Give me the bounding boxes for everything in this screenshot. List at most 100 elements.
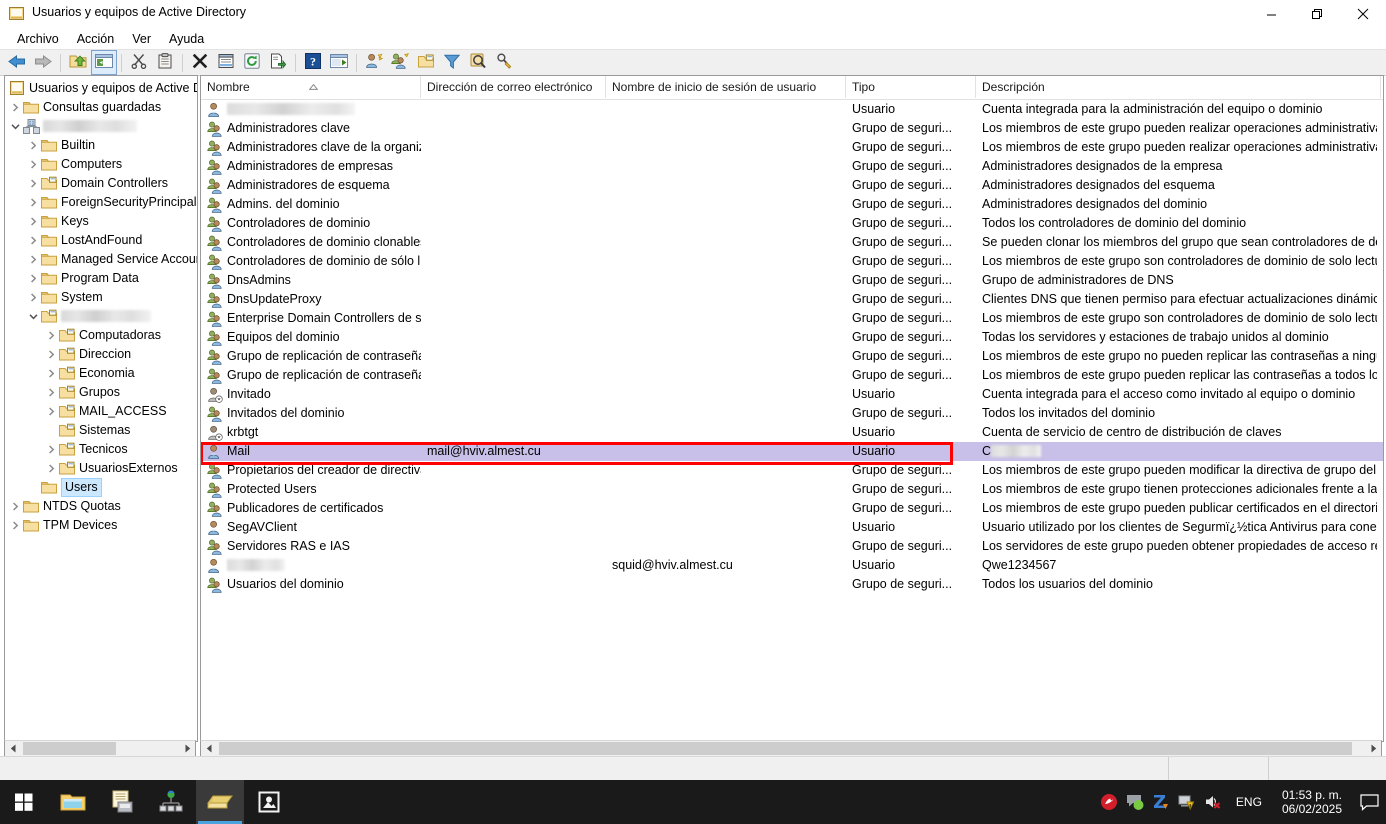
table-row[interactable]: Mail mail@hviv.almest.cu Usuario C: [201, 442, 1383, 461]
menu-ayuda[interactable]: Ayuda: [160, 30, 213, 48]
tray-zabbix[interactable]: [1148, 780, 1174, 824]
table-row[interactable]: Usuarios del dominio Grupo de seguri... To…: [201, 575, 1383, 594]
tree-item-foreignsecurityprincipals[interactable]: ForeignSecurityPrincipals: [5, 193, 197, 212]
toolbar-show-hide-tree[interactable]: [91, 50, 117, 75]
column-header-nombre[interactable]: Nombre: [201, 76, 421, 98]
table-row[interactable]: Protected Users Grupo de seguri... Los mie…: [201, 480, 1383, 499]
chevron-right-icon[interactable]: [27, 174, 40, 193]
tray-volume-muted[interactable]: [1200, 780, 1226, 824]
table-row[interactable]: Enterprise Domain Controllers de só... Gr…: [201, 309, 1383, 328]
tree-horizontal-scrollbar[interactable]: [4, 740, 196, 757]
table-row[interactable]: Administradores de empresas Grupo de segu…: [201, 157, 1383, 176]
tree-item-managed-service-accounts[interactable]: Managed Service Accounts: [5, 250, 197, 269]
taskbar-file-explorer[interactable]: [49, 780, 97, 824]
table-row[interactable]: SegAVClient Usuario Usuario utilizado por …: [201, 518, 1383, 537]
chevron-right-icon[interactable]: [45, 364, 58, 383]
taskbar-server-manager[interactable]: [98, 780, 146, 824]
table-row[interactable]: Controladores de dominio Grupo de seguri.…: [201, 214, 1383, 233]
tree-item-mail-access[interactable]: MAIL_ACCESS: [5, 402, 197, 421]
toolbar-forward[interactable]: [30, 50, 56, 75]
maximize-button[interactable]: [1294, 0, 1340, 28]
table-row[interactable]: Equipos del dominio Grupo de seguri... Tod…: [201, 328, 1383, 347]
table-row[interactable]: Controladores de dominio de sólo l... Gru…: [201, 252, 1383, 271]
tray-language-indicator[interactable]: ENG: [1226, 795, 1272, 809]
minimize-button[interactable]: [1248, 0, 1294, 28]
table-row[interactable]: Propietarios del creador de directiva...…: [201, 461, 1383, 480]
tree-item-tecnicos[interactable]: Tecnicos: [5, 440, 197, 459]
tree-item-tpm-devices[interactable]: TPM Devices: [5, 516, 197, 535]
chevron-right-icon[interactable]: [27, 250, 40, 269]
table-row[interactable]: DnsAdmins Grupo de seguri... Grupo de admi…: [201, 271, 1383, 290]
table-row[interactable]: squid@hviv.almest.cu Usuario Qwe1234567: [201, 556, 1383, 575]
chevron-right-icon[interactable]: [45, 345, 58, 364]
toolbar-new-user[interactable]: [361, 50, 387, 75]
menu-accion[interactable]: Acción: [68, 30, 124, 48]
toolbar-refresh[interactable]: [239, 50, 265, 75]
toolbar-new-ou[interactable]: [413, 50, 439, 75]
tray-antivirus[interactable]: [1096, 780, 1122, 824]
tree-item-program-data[interactable]: Program Data: [5, 269, 197, 288]
chevron-down-icon[interactable]: [27, 307, 40, 326]
chevron-right-icon[interactable]: [27, 269, 40, 288]
tree-item-users[interactable]: Users: [5, 478, 197, 497]
menu-archivo[interactable]: Archivo: [8, 30, 68, 48]
toolbar-help[interactable]: ?: [300, 50, 326, 75]
scroll-thumb[interactable]: [23, 742, 116, 755]
tree-item-economia[interactable]: Economia: [5, 364, 197, 383]
table-row[interactable]: Controladores de dominio clonables Grupo …: [201, 233, 1383, 252]
table-row[interactable]: Admins. del dominio Grupo de seguri... Adm…: [201, 195, 1383, 214]
menu-ver[interactable]: Ver: [123, 30, 160, 48]
tree-item-direccion[interactable]: Direccion: [5, 345, 197, 364]
tree-item-lostandfound[interactable]: LostAndFound: [5, 231, 197, 250]
toolbar-run[interactable]: [326, 50, 352, 75]
tray-messenger[interactable]: [1122, 780, 1148, 824]
toolbar-export-list[interactable]: [265, 50, 291, 75]
action-center-button[interactable]: [1352, 780, 1386, 824]
table-row[interactable]: Invitados del dominio Grupo de seguri... T…: [201, 404, 1383, 423]
tree-item-usuariosexternos[interactable]: UsuariosExternos: [5, 459, 197, 478]
scroll-thumb[interactable]: [219, 742, 1352, 755]
chevron-right-icon[interactable]: [45, 326, 58, 345]
tree-item-consultas-guardadas[interactable]: Consultas guardadas: [5, 98, 197, 117]
chevron-down-icon[interactable]: [9, 117, 22, 136]
tree-item-redacted[interactable]: [5, 117, 197, 136]
toolbar-cut[interactable]: [126, 50, 152, 75]
taskbar-network-tool[interactable]: [147, 780, 195, 824]
toolbar-query[interactable]: [491, 50, 517, 75]
table-row[interactable]: Usuario Cuenta integrada para la administ…: [201, 100, 1383, 119]
toolbar-back[interactable]: [4, 50, 30, 75]
taskbar-clock[interactable]: 01:53 p. m. 06/02/2025: [1272, 788, 1352, 816]
toolbar-delete[interactable]: [187, 50, 213, 75]
table-row[interactable]: DnsUpdateProxy Grupo de seguri... Clientes…: [201, 290, 1383, 309]
chevron-right-icon[interactable]: [27, 212, 40, 231]
close-button[interactable]: [1340, 0, 1386, 28]
column-header-tipo[interactable]: Tipo: [846, 76, 976, 98]
table-row[interactable]: Servidores RAS e IAS Grupo de seguri... Lo…: [201, 537, 1383, 556]
scroll-left-arrow[interactable]: [201, 741, 217, 756]
tray-network-warning[interactable]: [1174, 780, 1200, 824]
tree-item-domain-controllers[interactable]: Domain Controllers: [5, 174, 197, 193]
table-row[interactable]: Publicadores de certificados Grupo de seg…: [201, 499, 1383, 518]
chevron-right-icon[interactable]: [27, 136, 40, 155]
table-row[interactable]: Administradores clave de la organiz... Gr…: [201, 138, 1383, 157]
chevron-right-icon[interactable]: [45, 402, 58, 421]
toolbar-paste[interactable]: [152, 50, 178, 75]
chevron-right-icon[interactable]: [45, 459, 58, 478]
taskbar-image-viewer[interactable]: [245, 780, 293, 824]
column-header-descripci-n[interactable]: Descripción: [976, 76, 1381, 98]
tree-item-system[interactable]: System: [5, 288, 197, 307]
toolbar-new-group[interactable]: [387, 50, 413, 75]
table-row[interactable]: Administradores de esquema Grupo de segur…: [201, 176, 1383, 195]
tree-item-computadoras[interactable]: Computadoras: [5, 326, 197, 345]
tree-item-grupos[interactable]: Grupos: [5, 383, 197, 402]
toolbar-up-level[interactable]: [65, 50, 91, 75]
chevron-right-icon[interactable]: [27, 231, 40, 250]
tree-item-sistemas[interactable]: Sistemas: [5, 421, 197, 440]
start-button[interactable]: [0, 780, 48, 824]
tree-item-ntds-quotas[interactable]: NTDS Quotas: [5, 497, 197, 516]
tree-root-node[interactable]: Usuarios y equipos de Active Dir: [5, 79, 197, 98]
toolbar-find[interactable]: [465, 50, 491, 75]
table-row[interactable]: Invitado Usuario Cuenta integrada para el …: [201, 385, 1383, 404]
scroll-left-arrow[interactable]: [5, 741, 21, 756]
chevron-right-icon[interactable]: [27, 288, 40, 307]
